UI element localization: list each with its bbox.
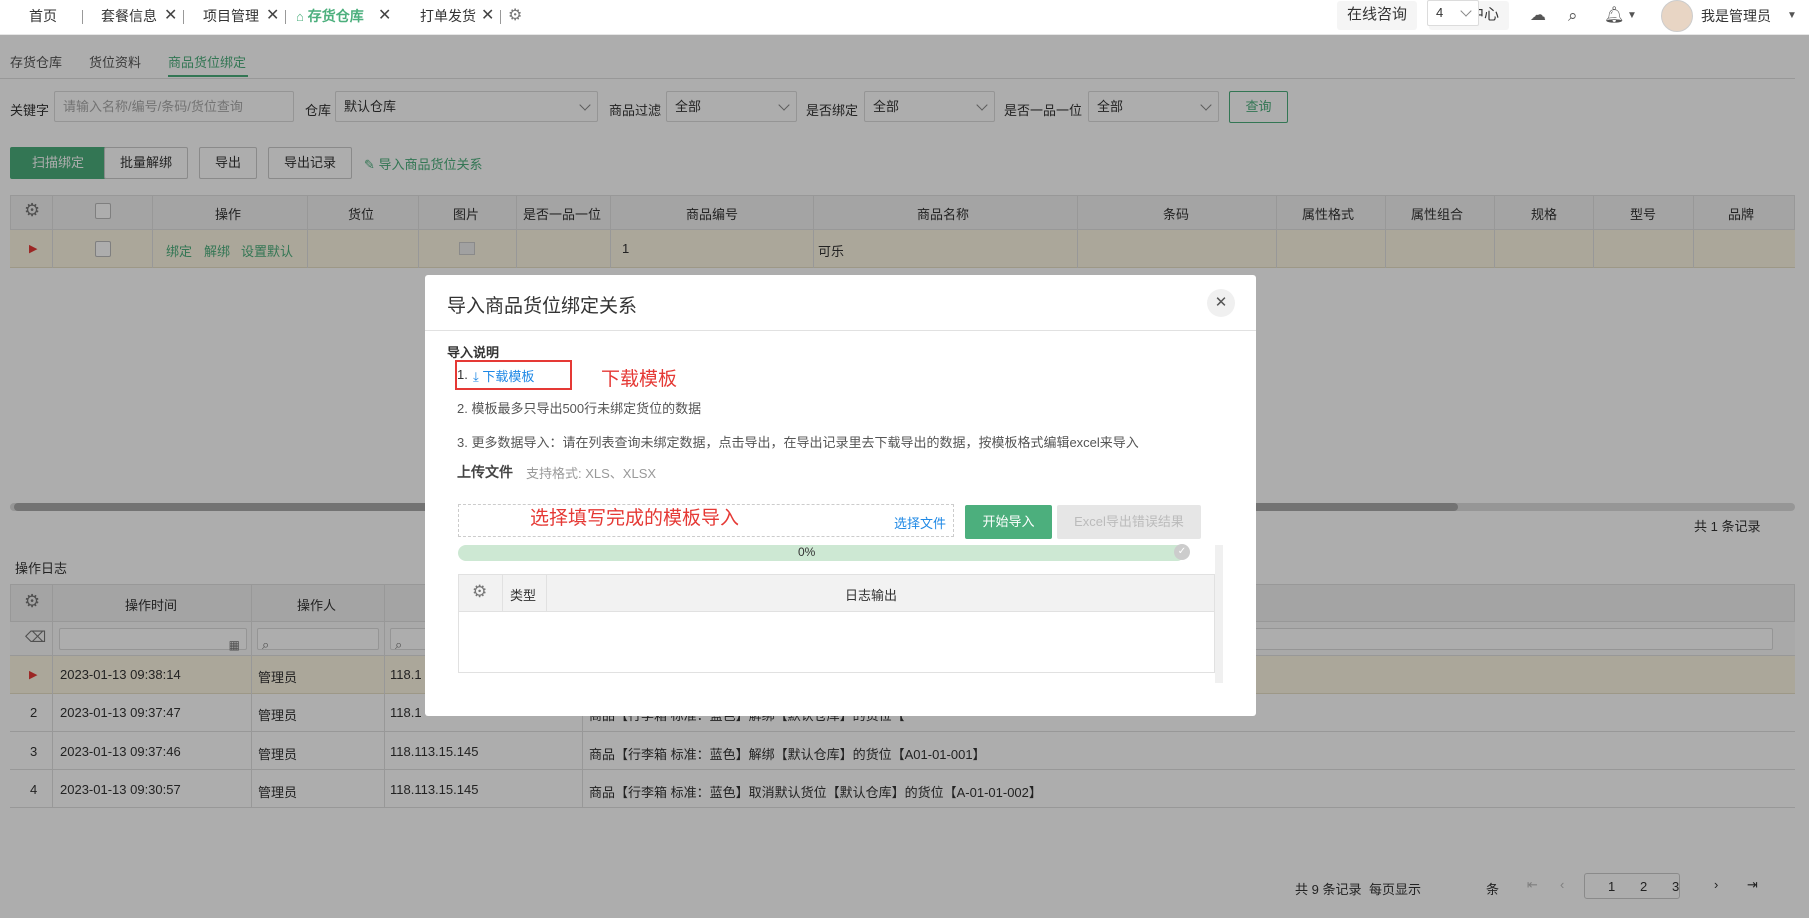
tab-divider (500, 10, 501, 24)
grid-line (546, 574, 547, 612)
tab-print-ship[interactable]: 打单发货 (420, 0, 476, 34)
column-header: 类型 (510, 588, 537, 603)
instructions-heading: 导入说明 (447, 345, 500, 360)
start-import-button[interactable]: 开始导入 (965, 505, 1052, 539)
step2-text: 2. 模板最多只导出500行未绑定货位的数据 (457, 401, 702, 416)
bell-icon[interactable]: 🔔︎ (1604, 0, 1624, 34)
import-progress-bar (458, 545, 1185, 561)
gear-icon[interactable]: ⚙ (472, 582, 487, 602)
download-template-label: 下载模板 (482, 369, 535, 384)
per-page-value: 4 (1436, 5, 1444, 20)
chevron-down-icon (1460, 5, 1472, 17)
progress-text: 0% (798, 545, 816, 559)
cloud-download-icon[interactable]: ☁ (1530, 0, 1546, 34)
import-modal: 导入商品货位绑定关系 ✕ 导入说明 1. ⤓ 下载模板 下载模板 2. 模板最多… (425, 275, 1256, 716)
close-icon[interactable]: ✕ (164, 0, 177, 34)
tab-inventory-warehouse[interactable]: ⌂ 存货仓库 (296, 0, 364, 34)
chevron-down-icon[interactable]: ▼ (1627, 0, 1637, 34)
tab-divider (285, 10, 286, 24)
annotation-select: 选择填写完成的模板导入 (530, 508, 740, 529)
close-icon[interactable]: ✕ (481, 0, 494, 34)
tab-package-info[interactable]: 套餐信息 (101, 0, 157, 34)
column-header: 日志输出 (845, 588, 898, 603)
modal-title: 导入商品货位绑定关系 (447, 296, 638, 317)
user-name[interactable]: 我是管理员 (1701, 0, 1771, 34)
online-consult-button[interactable]: 在线咨询 (1337, 1, 1418, 30)
tab-divider (183, 10, 184, 24)
grid-line (502, 574, 503, 612)
upload-formats: 支持格式: XLS、XLSX (526, 466, 657, 481)
select-file-link[interactable]: 选择文件 (894, 513, 946, 532)
tab-home[interactable]: 首页 (29, 0, 57, 34)
tab-divider (82, 10, 83, 24)
import-log-header (458, 574, 1215, 612)
close-icon[interactable]: ✕ (1207, 289, 1235, 317)
step1-prefix: 1. (457, 367, 468, 382)
step3-text: 3. 更多数据导入：请在列表查询未绑定数据，点击导出，在导出记录里去下载导出的数… (457, 435, 1139, 450)
avatar[interactable] (1661, 0, 1693, 32)
tab-label: 存货仓库 (307, 8, 364, 24)
top-tab-bar: 首页 套餐信息 ✕ 项目管理 ✕ ⌂ 存货仓库 ✕ 打单发货 ✕ ⚙ 在线咨询 … (0, 0, 1809, 35)
search-icon[interactable]: ⌕ (1568, 0, 1578, 34)
close-icon[interactable]: ✕ (378, 0, 391, 34)
annotation-download: 下载模板 (601, 369, 678, 390)
modal-divider (425, 330, 1256, 331)
per-page-select[interactable]: 4 (1427, 0, 1479, 26)
close-icon[interactable]: ✕ (266, 0, 279, 34)
check-icon: ✓ (1174, 544, 1190, 560)
gear-icon[interactable]: ⚙ (508, 0, 522, 34)
tab-project-management[interactable]: 项目管理 (203, 0, 259, 34)
home-icon: ⌂ (296, 9, 304, 24)
upload-label: 上传文件 (457, 464, 513, 480)
download-icon: ⤓ (473, 369, 479, 384)
vertical-scrollbar[interactable] (1215, 545, 1223, 683)
download-template-link[interactable]: ⤓ 下载模板 (473, 366, 534, 385)
chevron-down-icon[interactable]: ▼ (1787, 0, 1797, 34)
export-errors-button[interactable]: Excel导出错误结果 (1057, 505, 1201, 539)
